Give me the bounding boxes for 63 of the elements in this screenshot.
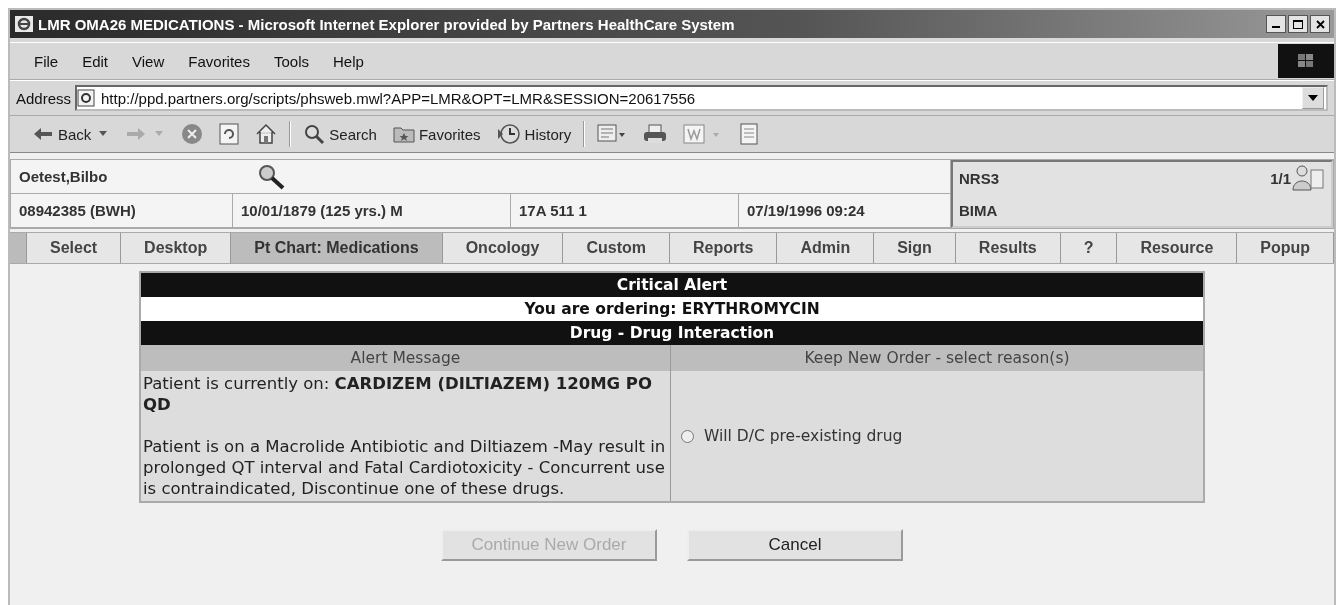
- window-title: LMR OMA26 MEDICATIONS - Microsoft Internet Explorer provided by Partners HealthCare System: [38, 15, 736, 33]
- nav-tab[interactable]: Reports: [670, 233, 778, 263]
- nav-tab[interactable]: Custom: [563, 233, 670, 263]
- birth-date: 10/01/1879 (125 yrs.) M: [241, 202, 403, 219]
- nav-tab[interactable]: Admin: [777, 233, 875, 263]
- nav-tab[interactable]: Oncology: [442, 233, 564, 263]
- stop-icon: [181, 123, 204, 145]
- service-code: BIMA: [959, 201, 998, 219]
- home-icon: [255, 123, 278, 145]
- document-icon: [739, 123, 760, 145]
- refresh-icon: [219, 123, 240, 145]
- history-icon: [496, 123, 521, 145]
- close-button[interactable]: [1310, 15, 1330, 33]
- address-field[interactable]: http://ppd.partners.org/scripts/phsweb.mwl?APP=LMR&OPT=LMR&SESSION=20617556: [75, 85, 1328, 111]
- menu-item[interactable]: Edit: [70, 52, 121, 70]
- alert-message: Patient is on a Macrolide Antibiotic and Diltiazem -May result in prolonged QT interval and Fatal Cardiotoxicity - Concurrent use is contraindicated, Discontinue one of these drugs.: [143, 436, 667, 499]
- patient-name: Oetest,Bilbo: [19, 168, 108, 185]
- folder-icon: [392, 124, 415, 144]
- alert-title: Critical Alert: [616, 276, 728, 294]
- search-icon[interactable]: [257, 163, 286, 190]
- nav-tab[interactable]: Select: [27, 233, 122, 263]
- order-button[interactable]: Cancel: [687, 529, 903, 561]
- admission-date: 07/19/1996 09:24: [747, 202, 865, 219]
- dropdown-button[interactable]: [1302, 87, 1324, 109]
- section-title: Drug - Drug Interaction: [569, 324, 775, 342]
- alert-message: Patient is currently on: CARDIZEM (DILTIAZEM) 120MG PO QD: [143, 373, 653, 415]
- reason-label[interactable]: Will D/C pre-existing drug: [704, 427, 903, 445]
- address-label: Address: [16, 89, 72, 107]
- windows-logo-icon: [1298, 54, 1314, 68]
- room-location: 17A 511 1: [519, 202, 587, 219]
- nav-tab[interactable]: Resource: [1117, 233, 1238, 263]
- browser-logo-icon: [14, 15, 34, 33]
- search-button[interactable]: Search: [299, 121, 381, 147]
- menu-item[interactable]: File: [22, 52, 71, 70]
- menu-item[interactable]: Tools: [261, 52, 321, 70]
- minimize-button[interactable]: [1266, 15, 1286, 33]
- menu-item[interactable]: View: [120, 52, 177, 70]
- search-icon: [303, 123, 326, 145]
- maximize-icon: [1293, 19, 1303, 29]
- column-header: Keep New Order - select reason(s): [804, 349, 1070, 367]
- history-button[interactable]: History: [492, 121, 576, 147]
- nav-tab[interactable]: Results: [955, 233, 1061, 263]
- medical-record-number: 08942385 (BWH): [19, 202, 136, 219]
- menu-item[interactable]: Favorites: [176, 52, 262, 70]
- nav-tab[interactable]: Popup: [1237, 233, 1335, 263]
- maximize-button[interactable]: [1288, 15, 1308, 33]
- menu-item[interactable]: Help: [321, 52, 376, 70]
- people-icon[interactable]: [1291, 164, 1325, 192]
- page-icon: [77, 89, 96, 107]
- nav-tab[interactable]: Sign: [874, 233, 956, 263]
- nav-tab[interactable]: ?: [1060, 233, 1118, 263]
- nav-tab[interactable]: Desktop: [121, 233, 232, 263]
- radio-button[interactable]: [681, 429, 694, 443]
- column-header: Alert Message: [350, 349, 461, 367]
- back-button[interactable]: Back: [28, 123, 114, 145]
- back-arrow-icon: [32, 126, 54, 142]
- favorites-button[interactable]: Favorites: [388, 122, 485, 146]
- ordering-text: You are ordering: ERYTHROMYCIN: [524, 300, 820, 318]
- dropdown-arrow-icon: [1308, 95, 1318, 101]
- close-icon: [1315, 19, 1325, 29]
- unit-code: NRS3: [959, 169, 999, 187]
- patient-count: 1/1: [1270, 169, 1291, 187]
- nav-tab[interactable]: Pt Chart: Medications: [231, 233, 443, 263]
